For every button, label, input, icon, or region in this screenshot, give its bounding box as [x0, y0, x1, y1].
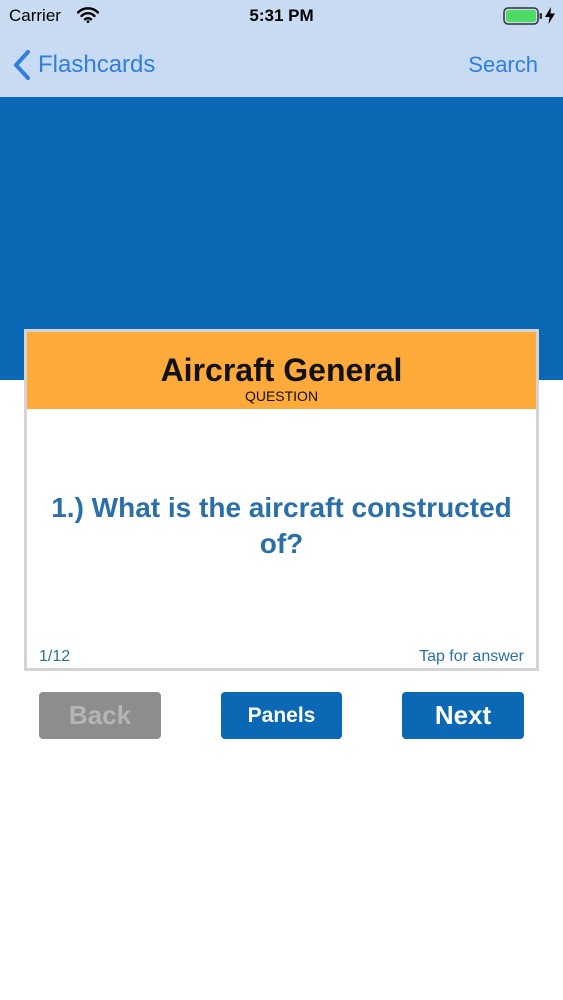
card-header: Aircraft General QUESTION — [27, 332, 536, 409]
panels-button[interactable]: Panels — [221, 692, 342, 739]
card-question: 1.) What is the aircraft constructed of? — [51, 492, 512, 559]
next-button[interactable]: Next — [402, 692, 524, 739]
back-nav-label: Flashcards — [38, 51, 156, 78]
battery-icon — [503, 7, 542, 25]
back-button[interactable]: Back — [39, 692, 161, 739]
flashcard[interactable]: Aircraft General QUESTION 1.) What is th… — [24, 329, 539, 671]
search-button[interactable]: Search — [468, 52, 538, 78]
card-counter: 1/12 — [39, 648, 71, 665]
charging-icon — [545, 7, 555, 24]
status-time: 5:31 PM — [249, 6, 314, 25]
chevron-left-icon — [14, 50, 30, 80]
top-bar: Carrier 5:31 PM Flashcards Search — [0, 0, 563, 97]
status-bar: Carrier 5:31 PM — [0, 0, 563, 32]
tap-for-answer-hint: Tap for answer — [419, 648, 524, 665]
card-subtitle: QUESTION — [244, 388, 319, 404]
navigation-bar: Flashcards Search — [0, 32, 563, 97]
card-title: Aircraft General — [160, 352, 403, 388]
flashcard-screen: Carrier 5:31 PM Flashcards Search Aircra… — [0, 0, 563, 1000]
back-to-flashcards-button[interactable]: Flashcards — [12, 48, 155, 82]
